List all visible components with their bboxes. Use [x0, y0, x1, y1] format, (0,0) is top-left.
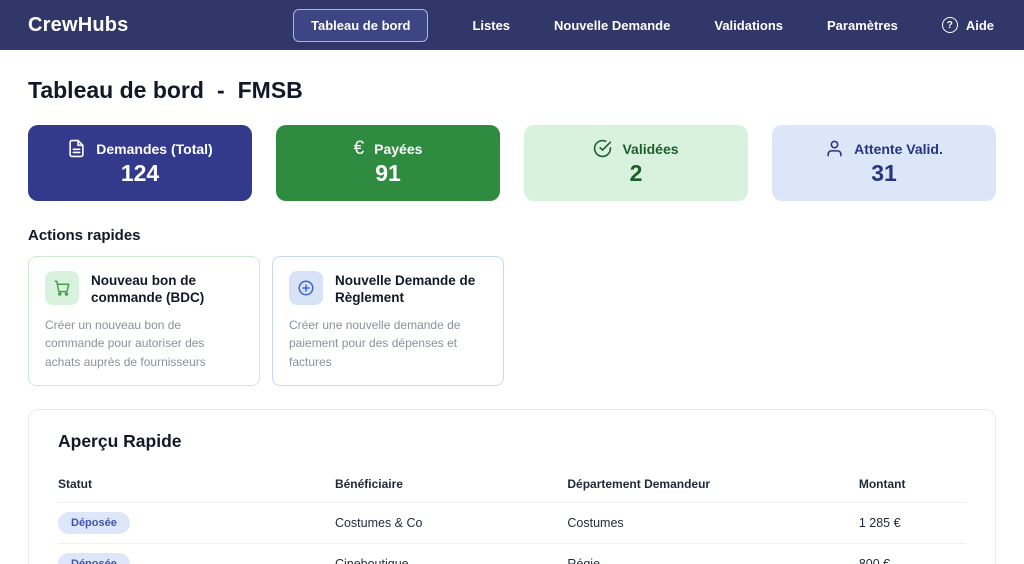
stat-card-validees[interactable]: Validées 2: [524, 125, 748, 201]
page-title: Tableau de bord - FMSB: [28, 77, 996, 104]
beneficiary-cell: Cineboutique: [334, 543, 568, 564]
quick-actions-row: Nouveau bon de commande (BDC) Créer un n…: [28, 256, 996, 386]
help-circle-icon: ?: [941, 17, 958, 33]
stat-card-demandes-total[interactable]: Demandes (Total) 124: [28, 125, 252, 201]
overview-heading: Aperçu Rapide: [58, 430, 182, 451]
department-cell: Régie: [567, 543, 859, 564]
amount-cell: 800 €: [858, 543, 966, 564]
table-row[interactable]: Déposée Costumes & Co Costumes 1 285 €: [58, 502, 966, 544]
department-cell: Costumes: [567, 502, 859, 544]
nav-parametres[interactable]: Paramètres: [827, 18, 898, 33]
stat-card-attente-validation[interactable]: Attente Valid. 31: [772, 125, 996, 201]
shopping-cart-icon: [45, 271, 79, 305]
beneficiary-cell: Costumes & Co: [334, 502, 568, 544]
action-card-title: Nouvelle Demande de Règlement: [335, 273, 476, 305]
person-icon: [825, 139, 844, 158]
table-row[interactable]: Déposée Cineboutique Régie 800 €: [58, 543, 966, 564]
action-card-nouvelle-demande-reglement[interactable]: Nouvelle Demande de Règlement Créer une …: [272, 256, 504, 386]
nav-listes[interactable]: Listes: [472, 18, 510, 33]
stat-label: Demandes (Total): [96, 140, 213, 157]
page-title-text: Tableau de bord: [28, 77, 204, 103]
column-header-statut: Statut: [58, 468, 335, 503]
action-card-nouveau-bdc[interactable]: Nouveau bon de commande (BDC) Créer un n…: [28, 256, 260, 386]
top-navigation-bar: CrewHubs Tableau de bord Listes Nouvelle…: [0, 0, 1024, 50]
stat-card-payees[interactable]: € Payées 91: [276, 125, 500, 201]
column-header-departement: Département Demandeur: [567, 468, 859, 503]
nav-tableau-de-bord[interactable]: Tableau de bord: [293, 8, 429, 42]
status-badge: Déposée: [58, 552, 130, 564]
action-card-title: Nouveau bon de commande (BDC): [91, 273, 205, 305]
main-nav: Tableau de bord Listes Nouvelle Demande …: [293, 8, 994, 42]
euro-icon: €: [353, 138, 365, 160]
help-label: Aide: [965, 17, 994, 33]
nav-aide[interactable]: ? Aide: [941, 17, 994, 33]
document-icon: [67, 139, 86, 158]
column-header-montant: Montant: [858, 468, 966, 503]
action-card-description: Créer une nouvelle demande de paiement p…: [289, 317, 461, 369]
main-content: Tableau de bord - FMSB Demandes (Total) …: [0, 77, 1024, 564]
app-logo[interactable]: CrewHubs: [28, 14, 129, 37]
status-badge: Déposée: [58, 511, 130, 534]
nav-validations[interactable]: Validations: [714, 18, 783, 33]
stats-row: Demandes (Total) 124 € Payées 91 Validée…: [28, 125, 996, 201]
overview-card: Aperçu Rapide Statut Bénéficiaire Départ…: [28, 408, 996, 564]
page-title-project: FMSB: [237, 77, 303, 103]
action-card-description: Créer un nouveau bon de commande pour au…: [45, 317, 206, 369]
amount-cell: 1 285 €: [858, 502, 966, 544]
column-header-beneficiaire: Bénéficiaire: [334, 468, 568, 503]
check-circle-icon: [593, 139, 612, 158]
stat-value: 124: [120, 160, 160, 187]
stat-label: Validées: [622, 140, 679, 157]
table-header-row: Statut Bénéficiaire Département Demandeu…: [58, 468, 966, 503]
stat-label: Payées: [374, 140, 423, 157]
quick-actions-heading: Actions rapides: [28, 227, 141, 244]
page-title-separator: -: [216, 77, 225, 103]
stat-label: Attente Valid.: [854, 140, 943, 157]
stat-value: 91: [375, 160, 401, 187]
stat-value: 2: [629, 160, 643, 187]
stat-value: 31: [871, 160, 897, 187]
nav-nouvelle-demande[interactable]: Nouvelle Demande: [554, 18, 670, 33]
overview-table: Statut Bénéficiaire Département Demandeu…: [58, 468, 966, 564]
plus-circle-icon: [289, 271, 323, 305]
